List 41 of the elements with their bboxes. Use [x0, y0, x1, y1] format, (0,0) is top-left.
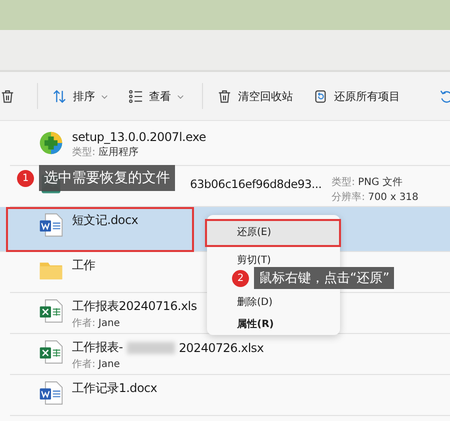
sort-icon	[52, 88, 67, 104]
list-view-icon	[128, 88, 143, 104]
menu-item[interactable]: 属性(R)	[207, 315, 340, 335]
annotation-tooltip: 鼠标右键，点击“还原”	[254, 267, 394, 289]
word-document-icon	[38, 212, 64, 238]
file-name: 工作	[72, 257, 96, 274]
file-name: 工作报表20240716.xls	[72, 298, 197, 315]
detail-value: 应用程序	[98, 147, 138, 158]
toolbar-button[interactable]: 查看	[120, 84, 192, 108]
undo-icon	[439, 88, 450, 104]
blurred-text	[126, 342, 175, 354]
detail-label: 类型:	[332, 177, 355, 188]
step-badge: 1	[17, 170, 34, 186]
detail-value: PNG 文件	[358, 177, 402, 188]
detail-label: 作者:	[72, 318, 96, 329]
file-row[interactable]: 工作记录1.docx	[10, 375, 450, 416]
annotation-tooltip: 选中需要恢复的文件	[39, 165, 175, 191]
file-name: 工作报表-	[72, 339, 123, 356]
word-document-icon	[38, 380, 64, 406]
toolbar-button[interactable]: 清空回收站	[209, 84, 301, 108]
detail-label: 分辨率:	[332, 192, 365, 203]
toolbar-button[interactable]: 排序	[44, 84, 116, 108]
detail-label: 类型:	[72, 147, 96, 158]
detail-value: Jane	[98, 318, 120, 329]
menu-item[interactable]: 还原(E)	[205, 219, 341, 247]
file-name: 工作记录1.docx	[72, 380, 158, 397]
file-name: 短文记.docx	[72, 212, 138, 229]
restore-icon	[313, 88, 328, 104]
detail-value: 700 x 318	[368, 192, 418, 203]
menu-item[interactable]: 删除(D)	[207, 293, 340, 313]
trash-icon	[217, 88, 232, 104]
file-name: setup_13.0.0.2007l.exe	[72, 130, 206, 144]
toolbar-button[interactable]: 还原所有项目	[305, 84, 408, 108]
installer-icon	[38, 130, 64, 156]
excel-spreadsheet-icon	[38, 339, 64, 365]
excel-spreadsheet-icon	[38, 298, 64, 324]
detail-label: 作者:	[72, 359, 96, 370]
trash-icon	[0, 88, 15, 104]
file-name: 63b06c16ef96d8de93...	[190, 177, 322, 191]
detail-value: Jane	[98, 359, 120, 370]
file-name: 20240726.xlsx	[178, 340, 264, 354]
